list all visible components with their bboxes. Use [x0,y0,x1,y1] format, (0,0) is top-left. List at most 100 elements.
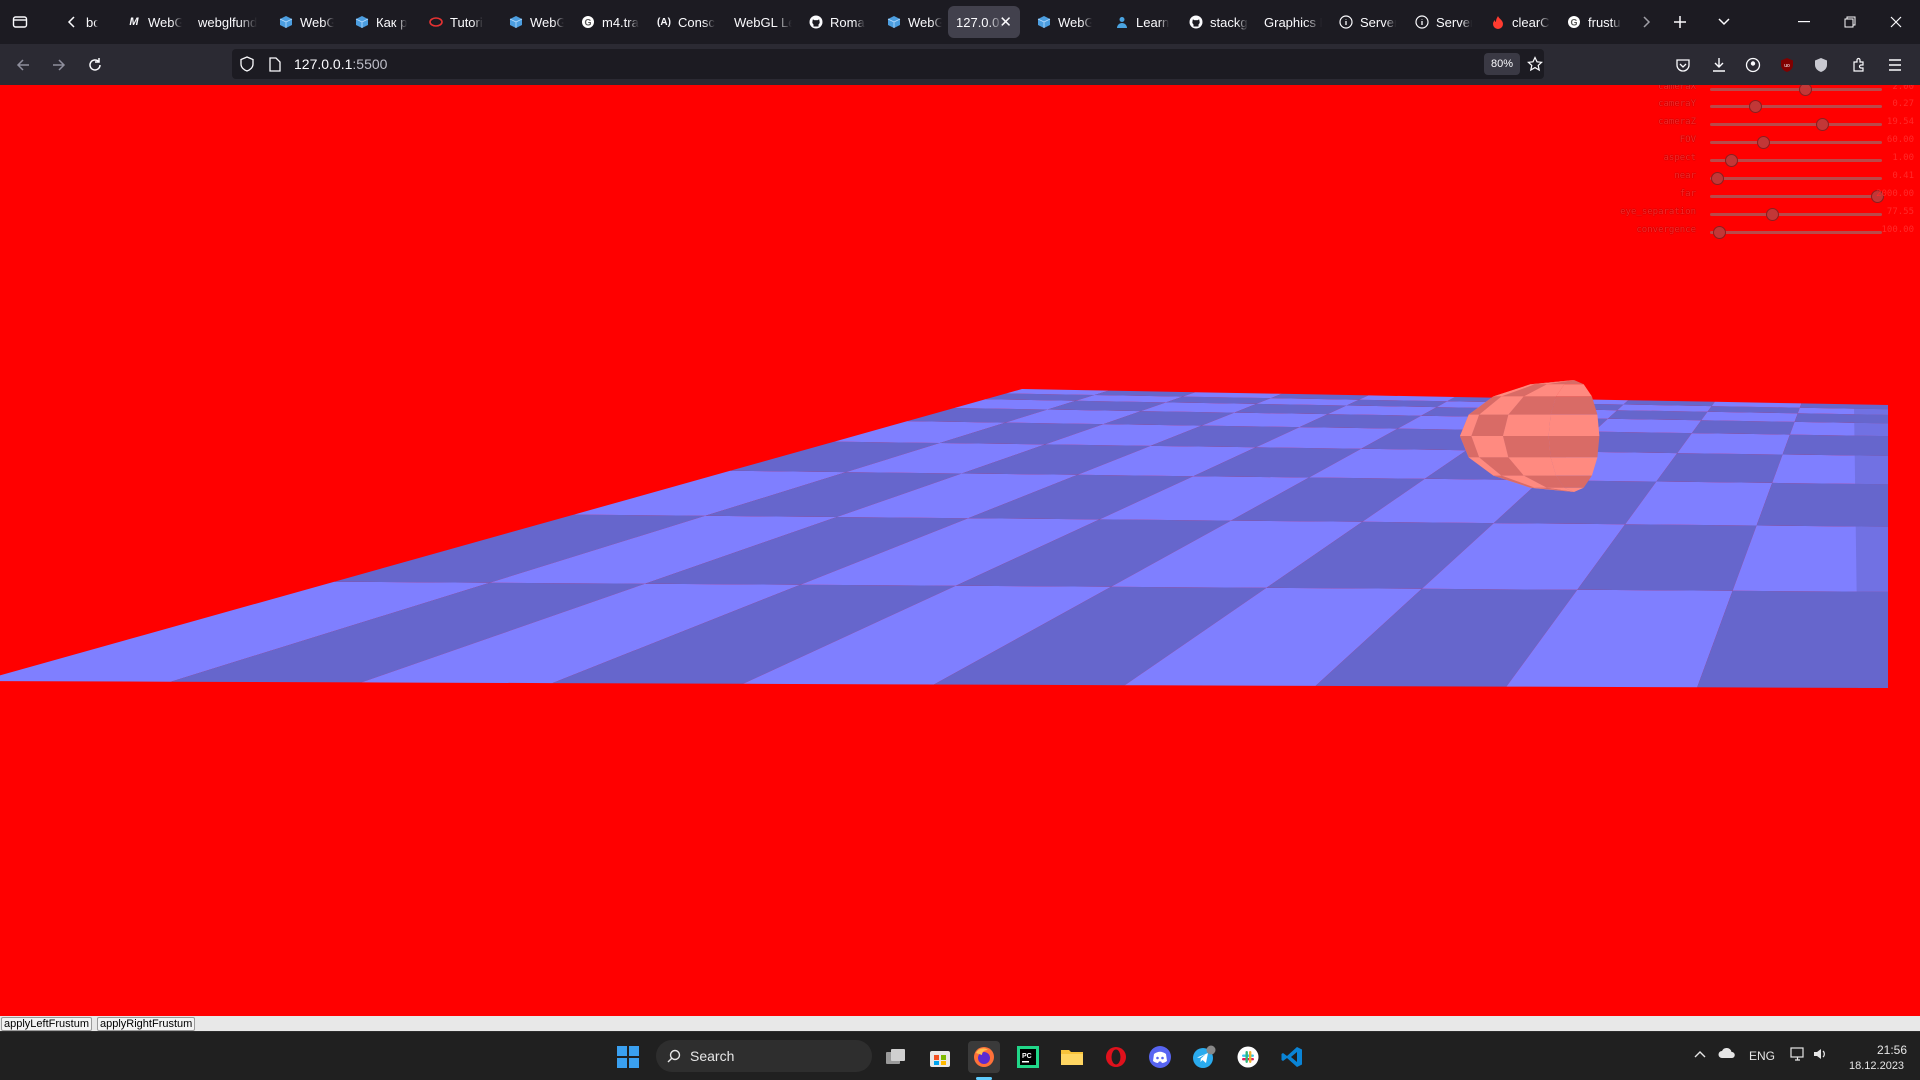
restore-window-button[interactable] [1828,10,1872,34]
vscode-icon[interactable] [1276,1041,1308,1073]
slider-track[interactable] [1710,172,1882,185]
apply-left-frustum-button[interactable]: applyLeftFrustum [1,1017,92,1031]
slider-track[interactable] [1710,154,1882,167]
tray-overflow-chevron-icon[interactable] [1694,1047,1706,1061]
cube-icon [354,14,370,30]
apply-right-frustum-button[interactable]: applyRightFrustum [97,1017,196,1031]
ublock-icon[interactable]: uo [1774,52,1800,78]
back-arrow-icon[interactable] [10,52,36,78]
clock-date[interactable]: 18.12.2023 [1849,1060,1904,1072]
scroll-tabs-right-icon[interactable] [1636,10,1656,34]
file-explorer-icon[interactable] [1056,1041,1088,1073]
opera-icon[interactable] [1100,1041,1132,1073]
sphere-facet [1548,414,1600,436]
reload-icon[interactable] [82,52,108,78]
tab-title: m4.tra [602,14,639,30]
tab[interactable]: Gm4.tra [572,6,640,38]
slider-thumb[interactable] [1765,208,1779,221]
app-menu-icon[interactable] [1882,52,1908,78]
tab[interactable]: Server [1406,6,1472,38]
task-view-icon[interactable] [880,1041,912,1073]
tab-title: WebG [148,14,182,30]
bookmark-star-icon[interactable] [1526,55,1544,73]
account-icon[interactable] [1740,52,1766,78]
volume-speaker-icon[interactable] [1812,1046,1828,1065]
slider-label: cameraY [1658,99,1696,109]
tab[interactable]: Learn [1106,6,1170,38]
tab[interactable]: WebG [878,6,942,38]
slider-thumb[interactable] [1724,154,1738,167]
tab-title: Tutori [450,14,483,30]
tab[interactable]: WebG [270,6,334,38]
telegram-icon[interactable] [1188,1041,1220,1073]
tab[interactable]: clearC [1482,6,1550,38]
tab-title: Server [1360,14,1396,30]
url-bar[interactable]: 127.0.0.1:5500 80% [232,49,1544,79]
tab[interactable]: WebGL Le [726,6,792,38]
slider-track[interactable] [1710,190,1884,203]
tab[interactable]: Gfrustu [1558,6,1624,38]
onedrive-cloud-icon[interactable] [1718,1047,1736,1062]
slack-icon[interactable] [1232,1041,1264,1073]
tab-active[interactable]: 127.0.0. ✕ [948,6,1020,38]
sphere-facet [1550,396,1598,415]
tab[interactable]: WebG [1028,6,1092,38]
google-icon: G [580,14,596,30]
tab[interactable]: Graphics F [1256,6,1322,38]
tab[interactable]: M WebG [118,6,182,38]
slider-row-aspect: aspect 1.00 [1624,153,1914,167]
tab[interactable]: (A) Consc [648,6,718,38]
firefox-icon[interactable] [968,1041,1000,1073]
slider-track[interactable] [1710,208,1882,221]
list-all-tabs-icon[interactable] [1712,10,1736,34]
slider-track[interactable] [1710,118,1882,131]
clock-time[interactable]: 21:56 [1877,1043,1907,1057]
tab[interactable]: WebG [500,6,564,38]
slider-thumb[interactable] [1798,85,1812,96]
slider-thumb[interactable] [1712,226,1726,239]
shield-icon[interactable] [238,55,256,73]
minimize-window-button[interactable] [1782,10,1826,34]
slider-value: 100.00 [1881,225,1914,235]
zoom-level-badge[interactable]: 80% [1483,53,1520,75]
close-window-button[interactable] [1874,10,1918,34]
slider-thumb[interactable] [1748,100,1762,113]
network-icon[interactable] [1790,1046,1806,1065]
tab[interactable]: Как р [346,6,410,38]
new-tab-button[interactable] [1668,10,1692,34]
language-indicator[interactable]: ENG [1749,1049,1775,1063]
microsoft-store-icon[interactable] [924,1041,956,1073]
slider-label: aspect [1663,153,1696,163]
pycharm-icon[interactable]: PC [1012,1041,1044,1073]
slider-track[interactable] [1710,85,1882,96]
extensions-puzzle-icon[interactable] [1846,52,1872,78]
tab-title: clearC [1512,14,1550,30]
pocket-icon[interactable] [1670,52,1696,78]
slider-track[interactable] [1710,226,1882,239]
url-text[interactable]: 127.0.0.1:5500 [294,56,387,72]
tab[interactable]: Tutori [420,6,488,38]
slider-track[interactable] [1710,136,1882,149]
discord-icon[interactable] [1144,1041,1176,1073]
flame-icon [1490,14,1506,30]
tab[interactable]: Server [1330,6,1396,38]
slider-thumb[interactable] [1815,118,1829,131]
extension-shield-icon[interactable] [1808,52,1834,78]
page-info-icon[interactable] [266,55,284,73]
url-port: :5500 [352,56,388,72]
downloads-icon[interactable] [1706,52,1732,78]
slider-label: far [1679,189,1696,199]
start-windows-icon[interactable] [612,1041,644,1073]
tab[interactable]: Roma [800,6,870,38]
firefox-view-icon[interactable] [8,10,32,34]
slider-thumb[interactable] [1710,172,1724,185]
tab[interactable]: stackg [1180,6,1248,38]
forward-arrow-icon[interactable] [46,52,72,78]
back-chevron-icon [64,14,80,30]
tab[interactable]: webglfund [190,6,262,38]
slider-label: near [1674,171,1696,181]
tab[interactable]: box [56,6,98,38]
slider-track[interactable] [1710,100,1882,113]
close-tab-icon[interactable]: ✕ [999,13,1012,31]
taskbar-search-box[interactable]: Search [656,1040,872,1072]
